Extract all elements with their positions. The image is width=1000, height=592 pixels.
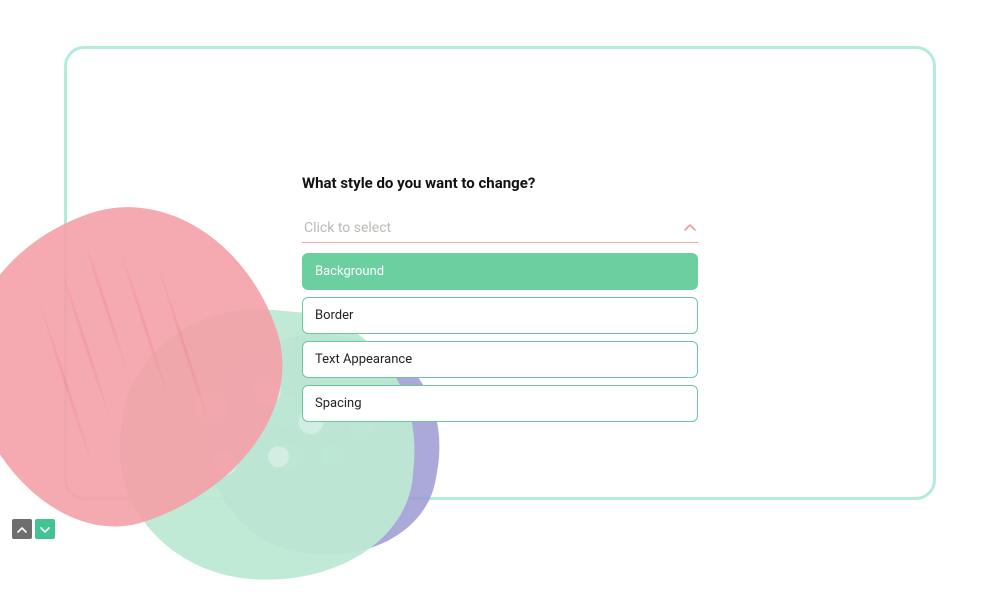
option-label: Spacing [315, 396, 362, 411]
option-text-appearance[interactable]: Text Appearance [302, 341, 698, 378]
prev-button[interactable] [12, 519, 32, 539]
chevron-down-icon [40, 520, 50, 539]
style-select-field[interactable]: Click to select [302, 220, 698, 243]
option-spacing[interactable]: Spacing [302, 385, 698, 422]
next-button[interactable] [35, 519, 55, 539]
option-border[interactable]: Border [302, 297, 698, 334]
option-label: Border [315, 308, 353, 323]
nav-buttons [12, 519, 55, 539]
chevron-up-icon [684, 222, 696, 234]
question-heading: What style do you want to change? [302, 174, 698, 192]
option-label: Background [315, 264, 384, 279]
option-label: Text Appearance [315, 352, 412, 367]
select-placeholder: Click to select [304, 220, 391, 236]
chevron-up-icon [17, 520, 27, 539]
option-background[interactable]: Background [302, 253, 698, 290]
options-list: Background Border Text Appearance Spacin… [302, 253, 698, 422]
question-block: What style do you want to change? Click … [302, 174, 698, 429]
